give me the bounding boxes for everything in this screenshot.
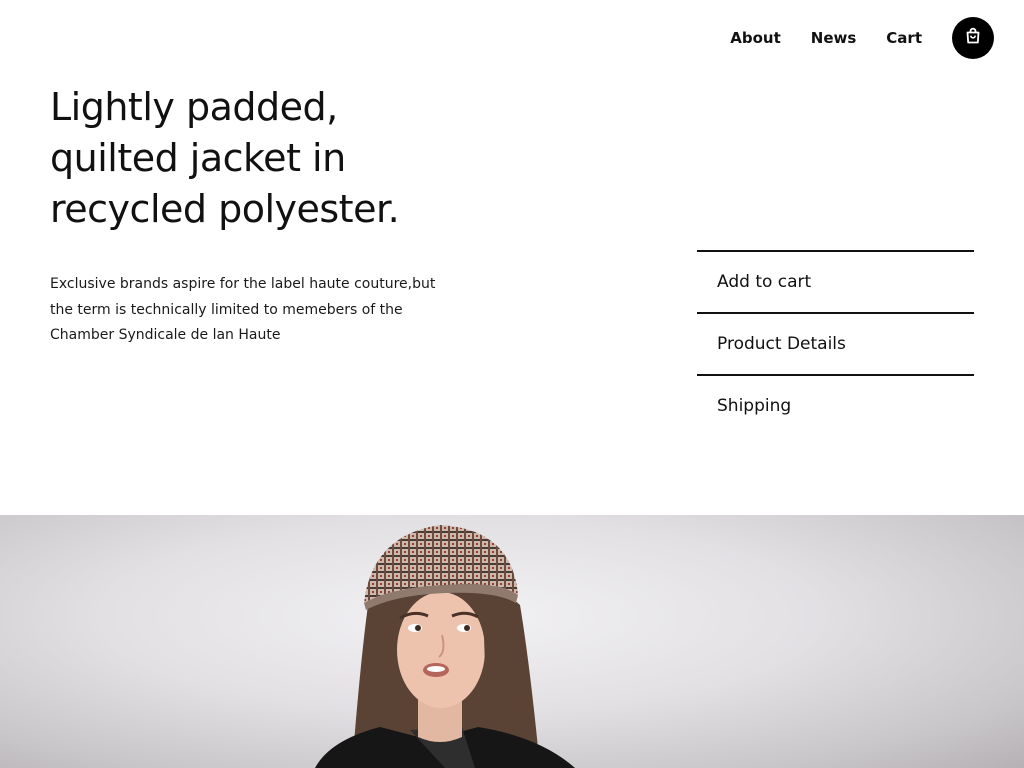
cart-button[interactable] [952,17,994,59]
product-headline: Lightly padded, quilted jacket in recycl… [50,82,470,235]
nav-link-news[interactable]: News [811,29,857,47]
nav-link-cart[interactable]: Cart [886,29,922,47]
headline-line-3: recycled polyester. [50,187,400,231]
headline-line-1: Lightly padded, [50,85,338,129]
product-description: Exclusive brands aspire for the label ha… [50,276,436,343]
hero-image [0,515,1024,768]
headline-line-2: quilted jacket in [50,136,346,180]
add-to-cart-button[interactable]: Add to cart [697,250,974,312]
shopping-bag-icon [964,27,982,49]
product-page: About News Cart Lightly padded, quilted … [0,0,1024,768]
product-details-toggle[interactable]: Product Details [697,312,974,374]
shipping-toggle[interactable]: Shipping [697,374,974,436]
product-actions: Add to cart Product Details Shipping [697,250,974,436]
top-nav: About News Cart [730,17,994,59]
nav-link-about[interactable]: About [730,29,781,47]
